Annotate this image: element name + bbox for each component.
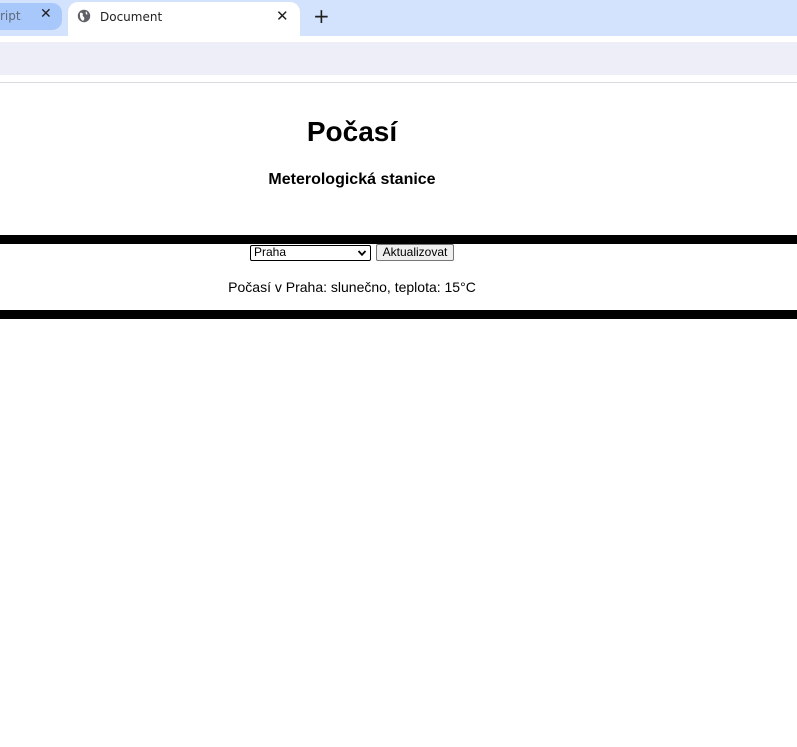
chevron-down-icon [357, 250, 367, 257]
refresh-button[interactable]: Aktualizovat [376, 244, 454, 261]
page-content: Počasí Meterologická stanice Praha Aktua… [0, 83, 797, 747]
tab-strip: ript.js ✕ Document ✕ + [0, 0, 797, 36]
tab-previous[interactable]: ript.js ✕ [0, 3, 62, 30]
new-tab-button[interactable]: + [313, 4, 330, 28]
tab-previous-label: ript.js [0, 9, 22, 23]
tab-document[interactable]: Document ✕ [68, 2, 300, 36]
bottom-divider-bar [0, 310, 797, 319]
city-select[interactable]: Praha [250, 245, 371, 261]
close-icon[interactable]: ✕ [276, 7, 289, 25]
top-divider-bar [0, 235, 797, 244]
page-title: Počasí [306, 116, 398, 147]
city-select-value: Praha [254, 245, 287, 259]
weather-status-text: Počasí v Praha: slunečno, teplota: 15°C [228, 279, 476, 295]
close-icon[interactable]: ✕ [40, 6, 52, 22]
globe-icon [77, 9, 91, 23]
tab-title: Document [100, 10, 163, 24]
address-bar[interactable] [0, 42, 797, 75]
page-subtitle: Meterologická stanice [268, 171, 436, 188]
browser-chrome: ript.js ✕ Document ✕ + [0, 0, 797, 83]
browser-toolbar [0, 36, 797, 82]
